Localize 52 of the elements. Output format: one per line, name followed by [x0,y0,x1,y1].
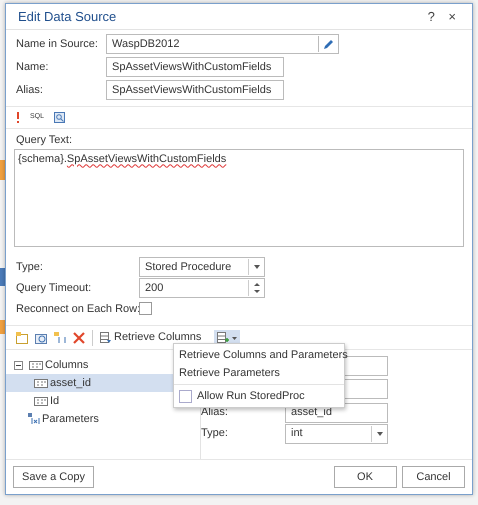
field-label: Query Timeout: [16,280,92,296]
field-label: Alias: [201,405,229,420]
text-field[interactable]: SpAssetViewsWithCustomFields [106,80,284,100]
query-preview-button[interactable] [54,112,66,123]
delete-button[interactable] [73,332,85,344]
dialog-button[interactable]: Cancel [402,466,465,488]
dropdown-field[interactable]: int [285,424,388,444]
help-button[interactable]: ? [424,6,439,26]
text-field[interactable]: SpAssetViewsWithCustomFields [106,57,284,78]
field-label: Type: [201,426,229,442]
exclamation-icon [16,112,20,123]
tree-item[interactable]: Parameters [42,410,99,428]
pencil-icon [323,38,334,50]
delete-icon [73,332,85,344]
parameters-icon [28,413,40,426]
table-download-icon [100,332,111,344]
spinner-arrows-icon [254,282,260,294]
collapse-icon[interactable] [14,360,23,370]
text-field[interactable]: WaspDB2012 [106,34,339,54]
refresh-table-button[interactable] [35,332,47,344]
dialog-title: Edit Data Source [18,8,116,26]
column-icon [34,378,48,389]
checkbox[interactable] [179,390,192,402]
tree-item[interactable]: Columns [45,356,88,374]
menu-item-label: Allow Run StoredProc [197,388,305,404]
refresh-table-icon [35,332,47,344]
save-copy-button[interactable]: Save a Copy [13,466,94,488]
add-parameter-button[interactable] [54,332,66,344]
number-field[interactable]: 200 [139,278,265,298]
field-label: Name: [16,60,50,75]
exclamation-button[interactable] [16,112,20,123]
field-label: Reconnect on Each Row: [16,302,139,317]
caret-icon [254,264,260,269]
add-table-button[interactable] [16,332,28,344]
field-label: Query Text: [15,132,72,148]
dialog-button[interactable]: OK [334,466,396,488]
columns-icon [29,360,43,371]
search-icon [54,112,66,123]
column-icon [34,396,48,407]
field-label: Name in Source: [16,36,99,52]
field-label: Type: [16,260,44,275]
field-label: Alias: [16,82,44,98]
checkbox[interactable] [139,302,152,316]
column-name: asset_id [50,376,91,391]
query-text-area[interactable]: {schema}.SpAssetViewsWithCustomFields [14,149,464,248]
dropdown-field[interactable]: Stored Procedure [139,256,265,277]
add-table-icon [16,332,28,344]
add-parameter-icon [54,332,66,344]
column-name: Id [50,394,60,409]
menu-item[interactable]: Allow Run StoredProc [174,387,344,405]
caret-icon [376,432,382,436]
close-button[interactable]: × [444,6,460,26]
